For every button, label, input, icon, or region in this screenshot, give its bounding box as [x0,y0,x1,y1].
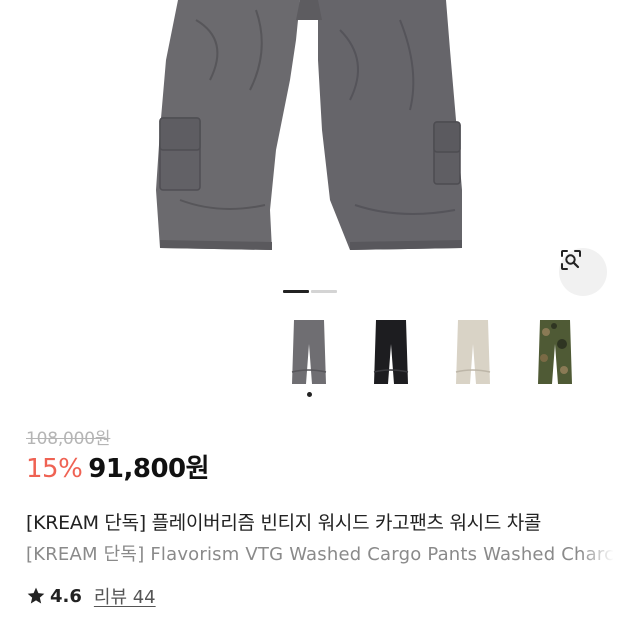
thumbnail-strip[interactable] [278,314,620,390]
sale-price: 91,800원 [88,454,210,484]
review-link[interactable]: 리뷰 44 [94,583,156,609]
image-search-button[interactable] [559,248,607,296]
thumbnail-black[interactable] [360,314,422,390]
thumbnail-camo[interactable] [524,314,586,390]
rating-value: 4.6 [50,585,82,607]
rating-row: 4.6 리뷰 44 [26,583,156,609]
discount-rate: 15% [26,454,83,484]
slide-indicator-inactive [311,290,337,293]
star-icon [27,587,45,604]
product-image-gallery[interactable] [0,0,620,300]
main-product-image [156,0,462,250]
thumbnail-olive[interactable] [606,314,620,390]
product-title-korean: [KREAM 단독] 플레이버리즘 빈티지 워시드 카고팬츠 워시드 차콜 [26,512,542,534]
thumbnail-selected-dot [307,392,312,397]
product-title-english: [KREAM 단독] Flavorism VTG Washed Cargo Pa… [26,544,620,565]
lens-search-icon [561,250,581,270]
price-row: 15% 91,800원 [26,448,210,485]
thumbnail-beige[interactable] [442,314,504,390]
slide-indicator-active [283,290,309,293]
thumbnail-charcoal[interactable] [278,314,340,390]
title-fade-overlay [580,500,620,570]
original-price: 108,000원 [26,429,111,449]
